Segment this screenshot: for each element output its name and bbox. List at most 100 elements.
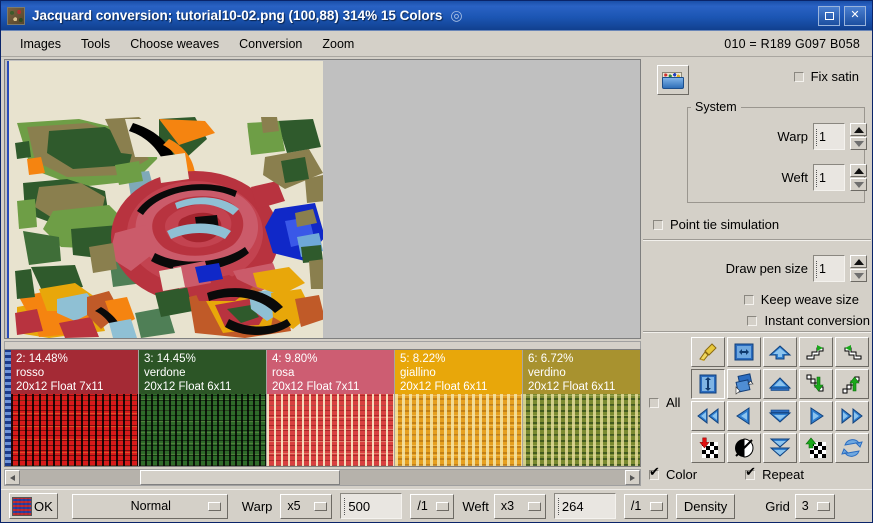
swatch-name: giallino [400, 367, 436, 379]
menu-tools[interactable]: Tools [72, 34, 119, 54]
fast-forward-right-icon-button[interactable] [835, 401, 869, 431]
arrow-down-outline-icon-button[interactable] [763, 401, 797, 431]
swatch-weave: 20x12 Float 7x11 [272, 381, 360, 393]
shuffle-layers-icon [735, 373, 754, 395]
swatch-weave-preview[interactable] [11, 394, 138, 466]
repeat-label: Repeat [762, 467, 804, 482]
swatch-weave-preview[interactable] [139, 394, 266, 466]
swatch-item[interactable]: 5: 8.22% giallino 20x12 Float 6x11 [395, 350, 523, 466]
arrow-up-outline-icon [768, 377, 792, 391]
flip-horizontal-icon-button[interactable] [727, 337, 761, 367]
all-box[interactable] [649, 397, 659, 408]
weave-tool-icon-grid [691, 337, 869, 463]
warp-divider-dropdown[interactable]: /1 [410, 493, 455, 519]
refresh-cycle-icon [841, 439, 863, 457]
weft-decrement-button[interactable] [850, 178, 867, 191]
triangle-up-icon [853, 167, 864, 174]
weft-stepper[interactable] [850, 164, 867, 191]
swatch-horizontal-scrollbar[interactable] [4, 469, 641, 486]
warp-stepper[interactable] [850, 123, 867, 150]
swatch-item[interactable]: 2: 14.48% rosso 20x12 Float 7x11 [11, 350, 139, 466]
repeat-checkbox[interactable]: Repeat [745, 465, 804, 482]
open-image-button[interactable] [657, 65, 689, 95]
invert-circle-icon-button[interactable] [727, 433, 761, 463]
point-tie-box[interactable] [653, 219, 663, 230]
checker-arrow-up-icon-button[interactable] [799, 433, 833, 463]
warp-multiplier-dropdown[interactable]: x5 [280, 493, 333, 519]
menu-images[interactable]: Images [11, 34, 70, 54]
grid-dropdown[interactable]: 3 [794, 493, 835, 519]
refresh-cycle-icon-button[interactable] [835, 433, 869, 463]
draw-pen-row: Draw pen size 1 [726, 255, 867, 282]
weft-increment-button[interactable] [850, 164, 867, 177]
keep-weave-box[interactable] [743, 294, 754, 305]
jacquard-pattern-image[interactable] [7, 61, 323, 338]
menu-choose-weaves[interactable]: Choose weaves [121, 34, 228, 54]
weft-count-input[interactable]: 264 [553, 493, 616, 519]
resize-vertical-icon-button[interactable] [691, 369, 725, 399]
fix-satin-checkbox[interactable]: Fix satin [793, 69, 859, 84]
broom-icon-button[interactable] [691, 337, 725, 367]
arrow-right-icon-button[interactable] [799, 401, 833, 431]
color-checkbox[interactable]: Color [649, 465, 697, 482]
swatch-weave-preview[interactable] [267, 394, 394, 466]
all-checkbox[interactable]: All [649, 395, 680, 410]
weft-multiplier-dropdown[interactable]: x3 [493, 493, 546, 519]
maximize-button[interactable] [818, 5, 840, 26]
instant-conversion-checkbox[interactable]: Instant conversion [747, 313, 870, 328]
stairs-arrow-up-icon-button[interactable] [835, 369, 869, 399]
instant-conversion-box[interactable] [747, 315, 758, 326]
stairs-arrow-down-icon-button[interactable] [799, 369, 833, 399]
swatch-weave-preview[interactable] [523, 394, 640, 466]
swatch-weave-preview[interactable] [395, 394, 522, 466]
warp-count-input[interactable]: 500 [340, 493, 403, 519]
warp-increment-button[interactable] [850, 123, 867, 136]
repeat-box[interactable] [745, 465, 756, 480]
image-canvas-area[interactable] [4, 59, 641, 339]
mode-dropdown[interactable]: Normal [71, 493, 228, 519]
rewind-left-icon-button[interactable] [691, 401, 725, 431]
weft-divider-dropdown[interactable]: /1 [623, 493, 668, 519]
color-box[interactable] [649, 465, 660, 480]
close-button[interactable]: ✕ [844, 5, 866, 26]
weft-divider-value: /1 [630, 499, 642, 513]
swatch-item[interactable]: 6: 6.72% verdino 20x12 Float 6x11 [523, 350, 640, 466]
arrow-up-fill-icon [768, 345, 792, 360]
point-tie-checkbox[interactable]: Point tie simulation [653, 217, 779, 232]
scroll-right-button[interactable] [625, 470, 640, 485]
stairs-left-down-icon-button[interactable] [835, 337, 869, 367]
menu-conversion[interactable]: Conversion [230, 34, 311, 54]
pen-decrement-button[interactable] [850, 269, 867, 282]
scrollbar-track[interactable] [20, 470, 625, 485]
shuffle-layers-icon-button[interactable] [727, 369, 761, 399]
arrow-up-fill-icon-button[interactable] [763, 337, 797, 367]
triangle-down-icon [853, 272, 864, 279]
keep-weave-size-checkbox[interactable]: Keep weave size [743, 292, 859, 307]
warp-decrement-button[interactable] [850, 137, 867, 150]
arrow-down-double-icon-button[interactable] [763, 433, 797, 463]
ok-button[interactable]: OK [9, 493, 58, 519]
weft-input[interactable]: 1 [813, 164, 845, 191]
arrow-up-outline-icon-button[interactable] [763, 369, 797, 399]
swatch-item[interactable]: 3: 14.45% verdone 20x12 Float 6x11 [139, 350, 267, 466]
swatch-percent: 5: 8.22% [400, 353, 446, 365]
point-tie-label: Point tie simulation [670, 217, 780, 232]
stairs-left-down-icon [844, 345, 862, 360]
draw-pen-stepper[interactable] [850, 255, 867, 282]
chevron-down-icon [816, 501, 830, 511]
checker-arrow-down-icon-button[interactable] [691, 433, 725, 463]
menu-zoom[interactable]: Zoom [313, 34, 363, 54]
fix-satin-box[interactable] [793, 71, 804, 82]
scrollbar-thumb[interactable] [140, 470, 340, 485]
swatch-percent: 6: 6.72% [528, 353, 574, 365]
warp-input[interactable]: 1 [813, 123, 845, 150]
system-legend: System [691, 100, 741, 114]
scroll-left-button[interactable] [5, 470, 20, 485]
draw-pen-input[interactable]: 1 [813, 255, 845, 282]
arrow-left-icon-button[interactable] [727, 401, 761, 431]
density-button[interactable]: Density [675, 493, 736, 519]
weft-label: Weft [781, 170, 809, 185]
swatch-item[interactable]: 4: 9.80% rosa 20x12 Float 7x11 [267, 350, 395, 466]
stairs-right-down-icon-button[interactable] [799, 337, 833, 367]
pen-increment-button[interactable] [850, 255, 867, 268]
